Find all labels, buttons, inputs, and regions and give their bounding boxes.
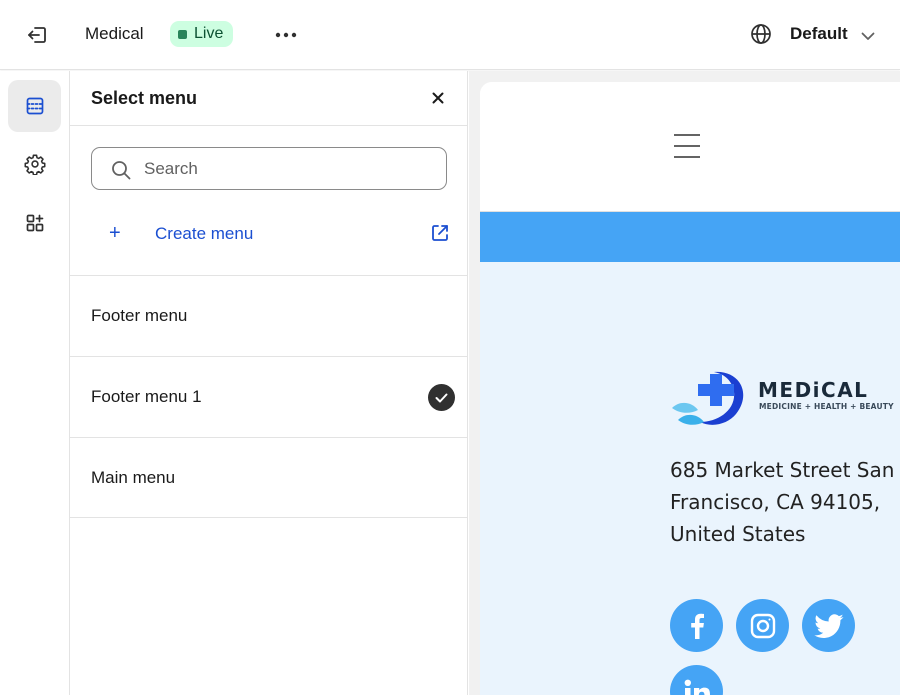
instagram-icon [750,613,775,638]
more-actions-icon[interactable] [270,20,302,50]
address-line: 685 Market Street San [670,458,895,482]
panel-header: Select menu [70,71,468,126]
external-link-icon[interactable] [429,222,451,244]
menu-item-label: Footer menu [91,306,188,325]
logo-tagline: MEDICINE + HEALTH + BEAUTY [759,402,894,411]
linkedin-button[interactable] [670,665,723,695]
announcement-bar [480,212,900,262]
search-icon [112,161,131,180]
check-icon [428,384,455,411]
twitter-button[interactable] [802,599,855,652]
create-menu-button[interactable]: + Create menu [91,209,453,259]
medical-cross-logo-icon [672,371,744,425]
linkedin-icon [684,679,710,695]
list-item[interactable]: Footer menu [70,275,468,356]
address-line: United States [670,522,806,546]
address-line: Francisco, CA 94105, [670,490,881,514]
twitter-icon [813,613,843,638]
facebook-icon [690,613,704,639]
gear-icon [24,154,45,175]
search-input[interactable] [144,154,434,184]
medical-logo: MEDiCAL MEDICINE + HEALTH + BEAUTY [670,366,894,430]
menu-item-label: Main menu [91,468,176,487]
status-badge: Live [170,21,234,47]
settings-button[interactable] [8,138,61,190]
plus-icon: + [109,222,121,244]
panel-title: Select menu [91,88,198,108]
site-header [480,82,900,212]
apps-button[interactable] [8,197,61,249]
site-footer: MEDiCAL MEDICINE + HEALTH + BEAUTY 685 M… [480,262,900,695]
apps-add-icon [26,214,43,232]
chevron-down-icon[interactable] [858,26,878,46]
instagram-button[interactable] [736,599,789,652]
status-badge-label: Live [194,25,224,42]
globe-icon[interactable] [748,21,774,47]
store-preview: MEDiCAL MEDICINE + HEALTH + BEAUTY 685 M… [469,71,900,695]
language-selector[interactable]: Default [790,24,848,44]
store-name: Medical [85,24,144,43]
side-rail [0,71,70,695]
create-menu-label: Create menu [155,224,254,243]
store-address: 685 Market Street San Francisco, CA 9410… [670,454,898,550]
close-icon[interactable] [426,86,450,110]
list-item[interactable]: Footer menu 1 [70,356,468,437]
logo-name: MEDiCAL [758,378,869,402]
exit-icon[interactable] [22,20,52,50]
preview-frame: MEDiCAL MEDICINE + HEALTH + BEAUTY 685 M… [480,82,900,695]
hamburger-menu-icon[interactable] [674,134,700,158]
sections-icon [26,97,43,115]
select-menu-panel: Select menu + Create menu Footer menu Fo… [70,71,468,695]
live-dot-icon [178,29,187,39]
top-bar: Medical Live Default [0,0,900,70]
sections-button[interactable] [8,80,61,132]
facebook-button[interactable] [670,599,723,652]
search-field[interactable] [91,147,447,190]
menu-list: Footer menu Footer menu 1 Main menu [70,275,468,518]
menu-item-label: Footer menu 1 [91,387,202,406]
list-item[interactable]: Main menu [70,437,468,518]
